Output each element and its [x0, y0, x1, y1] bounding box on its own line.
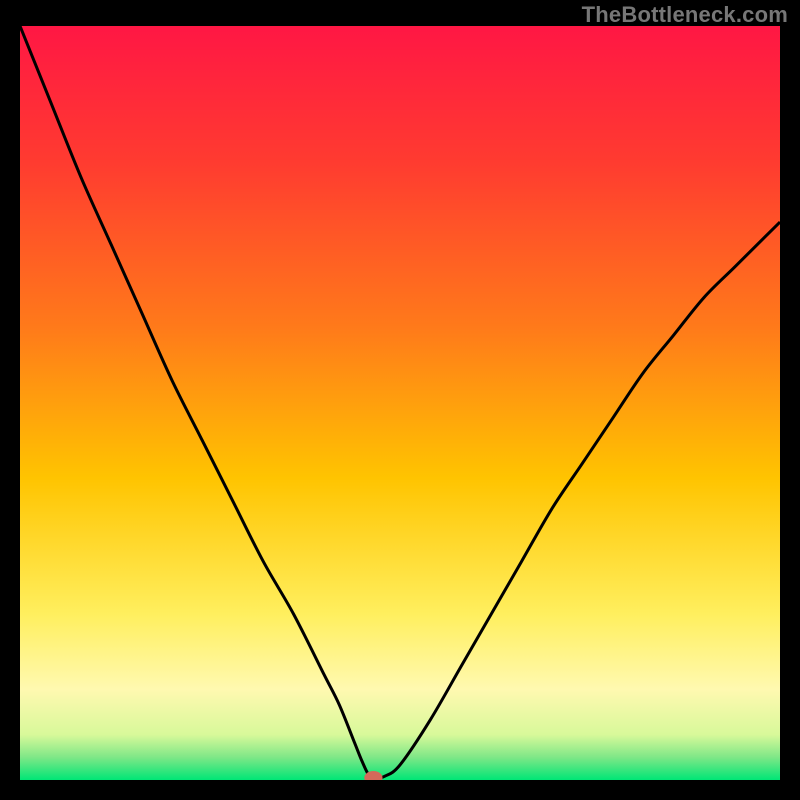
plot-area — [20, 26, 780, 780]
watermark-text: TheBottleneck.com — [582, 2, 788, 28]
gradient-background — [20, 26, 780, 780]
chart-frame: TheBottleneck.com — [0, 0, 800, 800]
bottleneck-chart — [20, 26, 780, 780]
